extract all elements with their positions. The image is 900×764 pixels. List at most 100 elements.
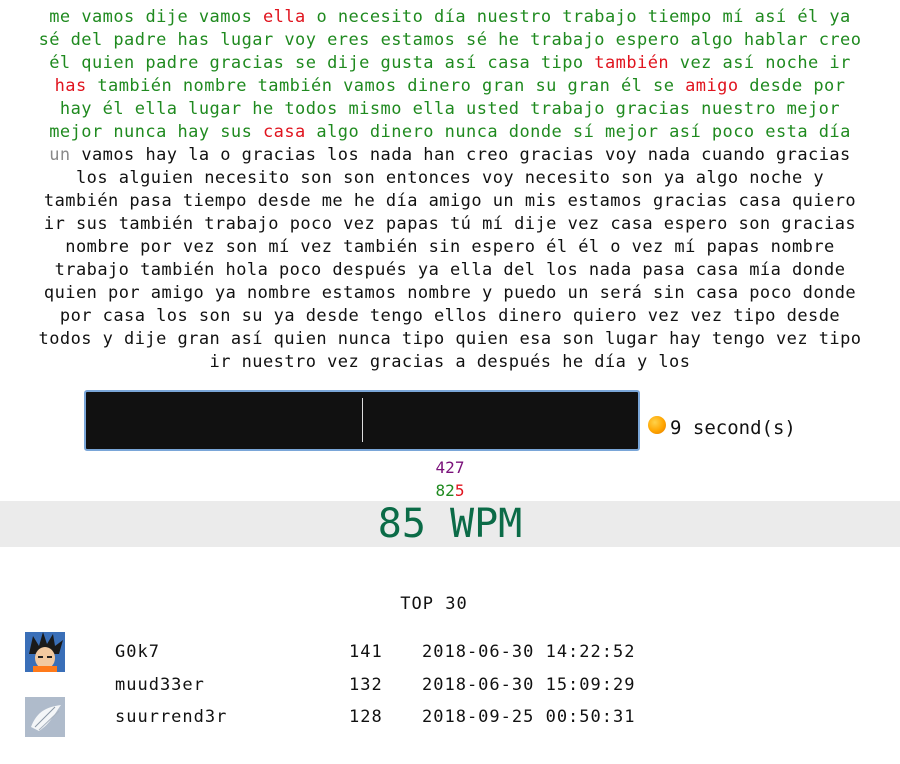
word: también (594, 53, 670, 73)
word: me (321, 191, 344, 211)
word: todos (38, 329, 92, 349)
word: ya (417, 260, 440, 280)
word: y (813, 168, 825, 188)
word: mis (524, 191, 557, 211)
word-counts: 825 (0, 481, 900, 500)
word: tipo (401, 329, 445, 349)
word: trabajo (204, 214, 279, 234)
word: dije (327, 53, 370, 73)
word: nombre (770, 237, 835, 257)
word: vez (327, 352, 360, 372)
word: así (722, 53, 755, 73)
word: nunca (337, 329, 392, 349)
text-line: sé del padre has lugar voy eres estamos … (0, 29, 900, 52)
word: gracias (369, 352, 445, 372)
word: sé (466, 30, 488, 50)
word: por (140, 237, 173, 257)
word: tipo (818, 329, 862, 349)
word: vez (567, 214, 600, 234)
word: él (102, 99, 125, 119)
word: vamos (343, 76, 397, 96)
wrong-word-count: 5 (454, 481, 465, 500)
word: ya (663, 168, 686, 188)
timer-dot-icon (648, 416, 666, 434)
leaderboard-username: G0k7 (115, 642, 160, 662)
word: o (610, 237, 621, 257)
word: has (177, 30, 210, 50)
leaderboard-username: muud33er (115, 675, 205, 695)
word: esa (519, 329, 552, 349)
word: gran (177, 329, 221, 349)
word: usted (466, 99, 520, 119)
word: casa (102, 306, 146, 326)
leaderboard-date: 2018-09-25 00:50:31 (422, 707, 636, 727)
word: del (503, 260, 536, 280)
word: mismo (348, 99, 402, 119)
word: también (97, 76, 173, 96)
word: ella (449, 260, 493, 280)
text-line: ir nuestro vez gracias a después he día … (0, 351, 900, 374)
word: quien (43, 283, 98, 303)
leaderboard-date: 2018-06-30 15:09:29 (422, 675, 636, 695)
word: hay (177, 122, 210, 142)
word: pasa (129, 191, 173, 211)
word: espero (663, 214, 728, 234)
word: quiero (572, 306, 638, 326)
word: así (230, 329, 263, 349)
text-line: él quien padre gracias se dije gusta así… (0, 52, 900, 75)
word: gracias (653, 191, 728, 211)
word: gran (482, 76, 525, 96)
word: nada (588, 260, 632, 280)
word: espero (471, 237, 536, 257)
word: casa (610, 214, 654, 234)
leaderboard-score: 128 (349, 707, 383, 727)
word: nada (369, 145, 413, 165)
word: nuestro (701, 99, 776, 119)
current-word: un (49, 145, 71, 165)
word: nombre (182, 76, 247, 96)
word: mí (482, 214, 504, 234)
word: ella (412, 99, 456, 119)
word: un (567, 283, 589, 303)
word: ya (829, 7, 851, 27)
text-line: me vamos dije vamos ella o necesito día … (0, 6, 900, 29)
avatar (25, 697, 65, 737)
word: creo (466, 145, 509, 165)
word: gusta (380, 53, 434, 73)
word: los (75, 168, 109, 188)
word: poco (749, 283, 792, 303)
word: casa (487, 53, 531, 73)
text-line: quien por amigo ya nombre estamos nombre… (0, 282, 900, 305)
word: así (444, 53, 477, 73)
word: ella (263, 7, 306, 27)
word: sin (653, 283, 686, 303)
word: trabajo (530, 99, 605, 119)
word: amigo (428, 191, 483, 211)
word: has (54, 76, 87, 96)
word: hay (669, 329, 702, 349)
word: donde (791, 260, 846, 280)
leaderboard-username: suurrend3r (115, 707, 228, 727)
typing-input[interactable] (84, 390, 640, 451)
word: desde (305, 306, 360, 326)
word: son (225, 237, 258, 257)
word: gracias (775, 145, 851, 165)
word: nuestro (476, 7, 552, 27)
word: casa (738, 191, 782, 211)
word: poco (278, 260, 322, 280)
text-line: por casa los son su ya desde tengo ellos… (0, 305, 900, 328)
word: dije (124, 329, 167, 349)
word: su (241, 306, 263, 326)
word: tengo (711, 329, 766, 349)
word: vez (182, 237, 215, 257)
word: vamos (81, 145, 135, 165)
word: gracias (209, 53, 285, 73)
word: mí (674, 237, 696, 257)
word: quien (81, 53, 135, 73)
word: o (220, 145, 231, 165)
word: desde (257, 191, 312, 211)
word: y (637, 352, 648, 372)
word: nombre (246, 283, 312, 303)
word: vez (679, 53, 712, 73)
word: estamos (567, 191, 643, 211)
